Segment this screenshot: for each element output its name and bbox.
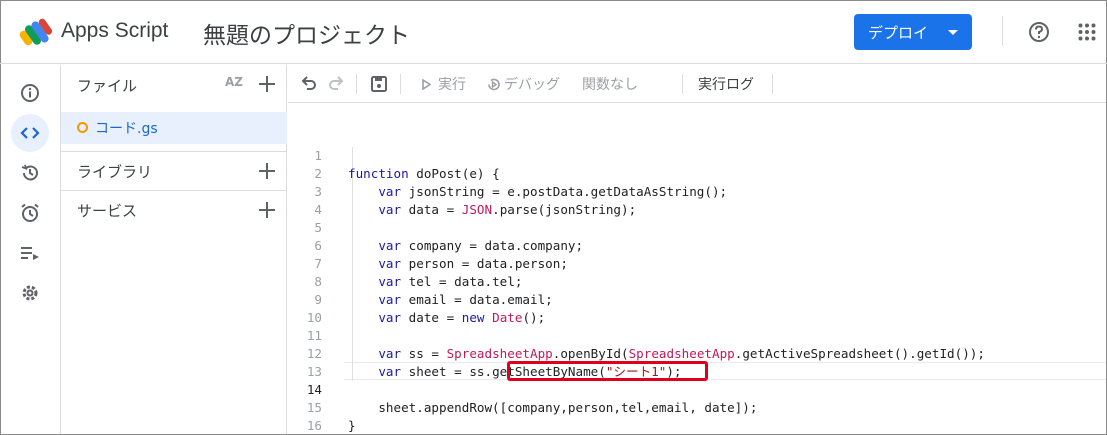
alarm-icon[interactable] <box>11 194 49 232</box>
code-line: 7 var tel = data.tel; <box>288 237 1106 289</box>
editor-toolbar: 実行 デバッグ 関数なし 実行ログ <box>288 65 1106 103</box>
code-editor[interactable]: 1 function doPost(e) { 2 var jsonString … <box>288 104 1106 434</box>
apps-script-logo-icon <box>20 18 52 46</box>
file-name: コード.gs <box>95 121 158 137</box>
execution-log-button[interactable]: 実行ログ <box>698 74 754 94</box>
add-file-icon[interactable] <box>258 75 276 93</box>
code-line: 15 } <box>288 381 1106 433</box>
code-line: 6 var person = data.person; <box>288 219 1106 271</box>
code-line: 1 function doPost(e) { <box>288 129 1106 181</box>
help-icon[interactable] <box>1028 21 1050 43</box>
code-line: 9 var date = new Date(); <box>288 273 1106 325</box>
code-line: 16 <box>288 399 1106 433</box>
toolbar-divider <box>356 74 357 94</box>
top-header: Apps Script 無題のプロジェクト デプロイ <box>0 0 1107 64</box>
settings-icon[interactable] <box>11 274 49 312</box>
run-icon <box>422 79 431 90</box>
debug-button[interactable]: デバッグ <box>504 74 560 94</box>
section-divider <box>61 190 287 191</box>
code-line: 2 var jsonString = e.postData.getDataAsS… <box>288 147 1106 199</box>
services-label: サービス <box>77 202 138 220</box>
undo-icon[interactable] <box>301 76 317 90</box>
code-line: 10 <box>288 291 1106 325</box>
annotation-highlight-box <box>507 361 708 381</box>
line-number: 16 <box>306 418 322 433</box>
debug-icon <box>488 78 500 91</box>
line-code: } <box>348 418 356 433</box>
code-line: 12 var sheet = ss.getSheetByName("シート1")… <box>288 327 1106 379</box>
function-select[interactable]: 関数なし <box>582 74 638 94</box>
toolbar-divider <box>400 74 401 94</box>
add-library-icon[interactable] <box>258 162 276 180</box>
code-line: 4 <box>288 183 1106 217</box>
run-button[interactable]: 実行 <box>438 74 466 94</box>
code-line: 11 var ss = SpreadsheetApp.openById(Spre… <box>288 309 1106 361</box>
unsaved-dot-icon <box>77 122 88 133</box>
history-icon[interactable] <box>11 154 49 192</box>
section-divider <box>61 151 287 152</box>
deploy-button[interactable]: デプロイ <box>854 14 972 50</box>
toolbar-divider <box>772 74 773 94</box>
sort-az-icon[interactable]: AZ <box>225 75 243 89</box>
info-icon[interactable] <box>11 74 49 112</box>
files-header: ファイル AZ <box>61 65 287 103</box>
code-line: 8 var email = data.email; <box>288 255 1106 307</box>
file-item[interactable]: コード.gs <box>61 112 287 144</box>
code-line: 3 var data = JSON.parse(jsonString); <box>288 165 1106 217</box>
header-divider <box>1002 16 1003 46</box>
chevron-down-icon <box>948 30 958 35</box>
toolbar-divider <box>682 74 683 94</box>
executions-icon[interactable] <box>11 234 49 272</box>
files-title: ファイル <box>77 77 138 95</box>
libraries-label: ライブラリ <box>77 163 153 181</box>
add-service-icon[interactable] <box>258 201 276 219</box>
files-panel: ファイル AZ コード.gs ライブラリ サービス <box>61 65 287 434</box>
code-line: 5 var company = data.company; <box>288 201 1106 253</box>
save-icon[interactable] <box>371 76 387 92</box>
app-name: Apps Script <box>61 19 169 42</box>
left-rail <box>0 65 61 434</box>
code-icon[interactable] <box>11 114 49 152</box>
project-title[interactable]: 無題のプロジェクト <box>203 16 410 50</box>
deploy-label: デプロイ <box>868 23 929 42</box>
google-apps-icon[interactable] <box>1078 23 1096 41</box>
redo-icon[interactable] <box>328 76 344 90</box>
